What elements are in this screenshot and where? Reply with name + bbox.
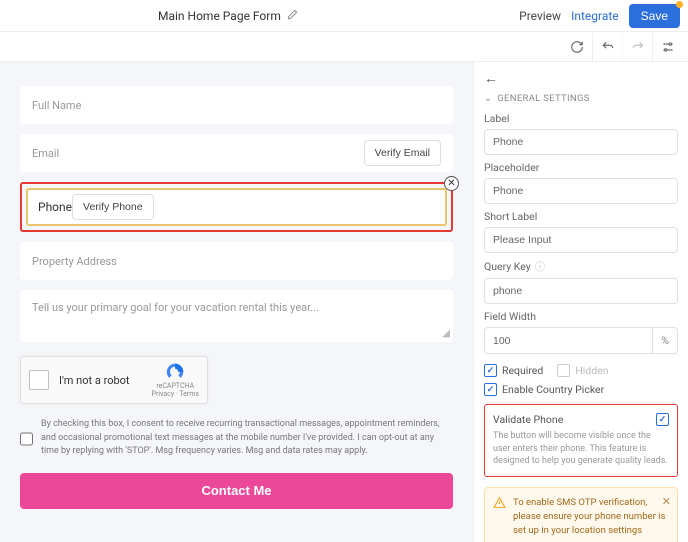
- resize-handle-icon[interactable]: ◢: [442, 328, 450, 339]
- form-canvas: Full Name Email Verify Email ✕ Phone Ver…: [0, 62, 473, 542]
- shortlabel-input[interactable]: [484, 227, 678, 253]
- email-placeholder: Email: [32, 147, 364, 160]
- remove-field-icon[interactable]: ✕: [444, 176, 459, 191]
- settings-sidebar: ← ⌄ GENERAL SETTINGS Label Placeholder S…: [473, 62, 688, 542]
- hidden-checkbox[interactable]: ✓Hidden: [557, 364, 608, 377]
- consent-checkbox[interactable]: [20, 419, 33, 459]
- full-name-placeholder: Full Name: [32, 99, 441, 112]
- consent-text: By checking this box, I consent to recei…: [41, 418, 453, 459]
- required-checkbox[interactable]: ✓Required: [484, 364, 543, 377]
- querykey-input[interactable]: [484, 278, 678, 304]
- undo-icon[interactable]: [592, 33, 622, 61]
- country-picker-checkbox[interactable]: ✓Enable Country Picker: [484, 383, 678, 396]
- back-arrow-icon[interactable]: ←: [484, 70, 498, 87]
- form-title: Main Home Page Form: [158, 9, 281, 23]
- verify-email-button[interactable]: Verify Email: [364, 140, 441, 166]
- address-field[interactable]: Property Address: [20, 242, 453, 280]
- general-settings-header[interactable]: ⌄ GENERAL SETTINGS: [484, 93, 678, 104]
- full-name-field[interactable]: Full Name: [20, 86, 453, 124]
- phone-field-selected[interactable]: ✕ Phone Verify Phone: [20, 182, 453, 232]
- top-bar: Main Home Page Form Preview Integrate Sa…: [0, 0, 688, 32]
- label-label: Label: [484, 112, 678, 125]
- validate-phone-desc: The button will become visible once the …: [493, 430, 669, 468]
- shortlabel-label: Short Label: [484, 210, 678, 223]
- label-input[interactable]: [484, 129, 678, 155]
- width-unit[interactable]: %: [653, 327, 678, 354]
- verify-phone-button[interactable]: Verify Phone: [72, 194, 154, 220]
- recaptcha-checkbox[interactable]: [29, 370, 49, 390]
- edit-title-icon[interactable]: [287, 9, 298, 23]
- validate-phone-checkbox[interactable]: ✓: [656, 413, 669, 426]
- refresh-icon[interactable]: [562, 33, 592, 61]
- settings-toggle-icon[interactable]: [652, 33, 682, 61]
- recaptcha-logo: reCAPTCHA Privacy · Terms: [152, 362, 199, 398]
- phone-placeholder: Phone: [38, 200, 72, 214]
- preview-link[interactable]: Preview: [519, 9, 561, 23]
- consent-row: By checking this box, I consent to recei…: [20, 418, 453, 459]
- address-placeholder: Property Address: [32, 255, 441, 268]
- validate-phone-box[interactable]: ✓ Validate Phone The button will become …: [484, 404, 678, 477]
- placeholder-label: Placeholder: [484, 161, 678, 174]
- sms-alert: ✕ To enable SMS OTP verification, please…: [484, 487, 678, 542]
- info-icon[interactable]: ⓘ: [535, 259, 546, 274]
- placeholder-input[interactable]: [484, 178, 678, 204]
- submit-button[interactable]: Contact Me: [20, 473, 453, 509]
- redo-icon[interactable]: [622, 33, 652, 61]
- goal-placeholder: Tell us your primary goal for your vacat…: [32, 301, 319, 314]
- save-button[interactable]: Save: [629, 4, 680, 28]
- recaptcha-widget[interactable]: I'm not a robot reCAPTCHA Privacy · Term…: [20, 356, 208, 404]
- integrate-link[interactable]: Integrate: [571, 9, 619, 23]
- validate-phone-title: Validate Phone: [493, 413, 669, 426]
- chevron-down-icon: ⌄: [484, 93, 492, 104]
- close-alert-icon[interactable]: ✕: [662, 494, 671, 511]
- toolbar: [0, 32, 688, 62]
- fieldwidth-input[interactable]: [484, 327, 653, 354]
- querykey-label: Query Key ⓘ: [484, 259, 678, 274]
- warning-icon: [493, 496, 506, 514]
- goal-textarea[interactable]: Tell us your primary goal for your vacat…: [20, 290, 453, 342]
- email-field[interactable]: Email Verify Email: [20, 134, 453, 172]
- recaptcha-label: I'm not a robot: [59, 374, 152, 387]
- fieldwidth-label: Field Width: [484, 310, 678, 323]
- alert-text: To enable SMS OTP verification, please e…: [513, 497, 665, 537]
